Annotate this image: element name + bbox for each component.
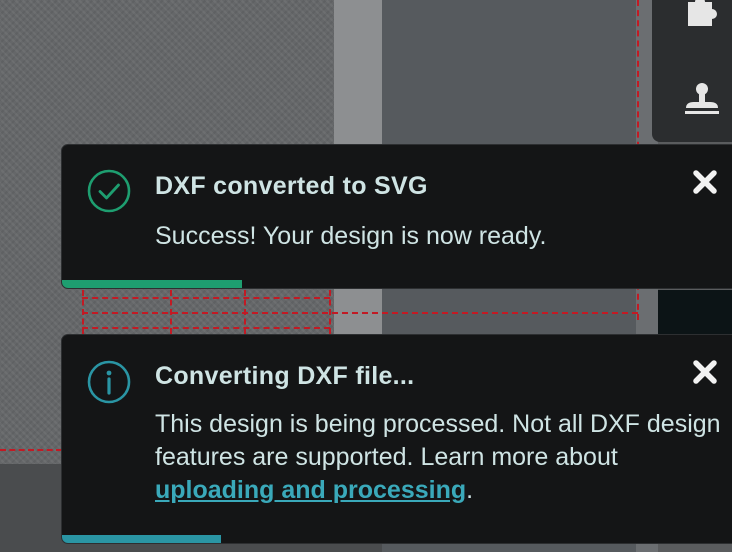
stamp-icon[interactable] <box>682 78 722 118</box>
canvas-area-dark <box>658 290 732 334</box>
close-button[interactable] <box>688 165 722 199</box>
info-circle-icon <box>86 359 132 405</box>
notification-message: Success! Your design is now ready. <box>155 222 547 250</box>
notification-title: Converting DXF file... <box>155 362 415 390</box>
puzzle-icon[interactable] <box>682 0 722 28</box>
guide-line <box>82 297 330 299</box>
close-button[interactable] <box>688 355 722 389</box>
message-text-end: . <box>466 476 474 504</box>
progress-bar <box>62 535 222 543</box>
notification-title: DXF converted to SVG <box>155 172 428 200</box>
notification-message: This design is being processed. Not all … <box>155 408 730 507</box>
guide-line <box>82 327 330 329</box>
close-icon <box>693 170 717 194</box>
message-text: This design is being processed. Not all … <box>155 410 721 471</box>
check-circle-icon <box>86 168 132 214</box>
uploading-processing-link[interactable]: uploading and processing <box>155 476 466 504</box>
side-toolbar <box>652 0 732 142</box>
progress-bar <box>62 280 242 288</box>
info-notification: Converting DXF file... This design is be… <box>61 334 732 544</box>
success-notification: DXF converted to SVG Success! Your desig… <box>61 144 732 289</box>
guide-line <box>82 312 638 314</box>
guide-line <box>0 449 62 451</box>
close-icon <box>693 360 717 384</box>
